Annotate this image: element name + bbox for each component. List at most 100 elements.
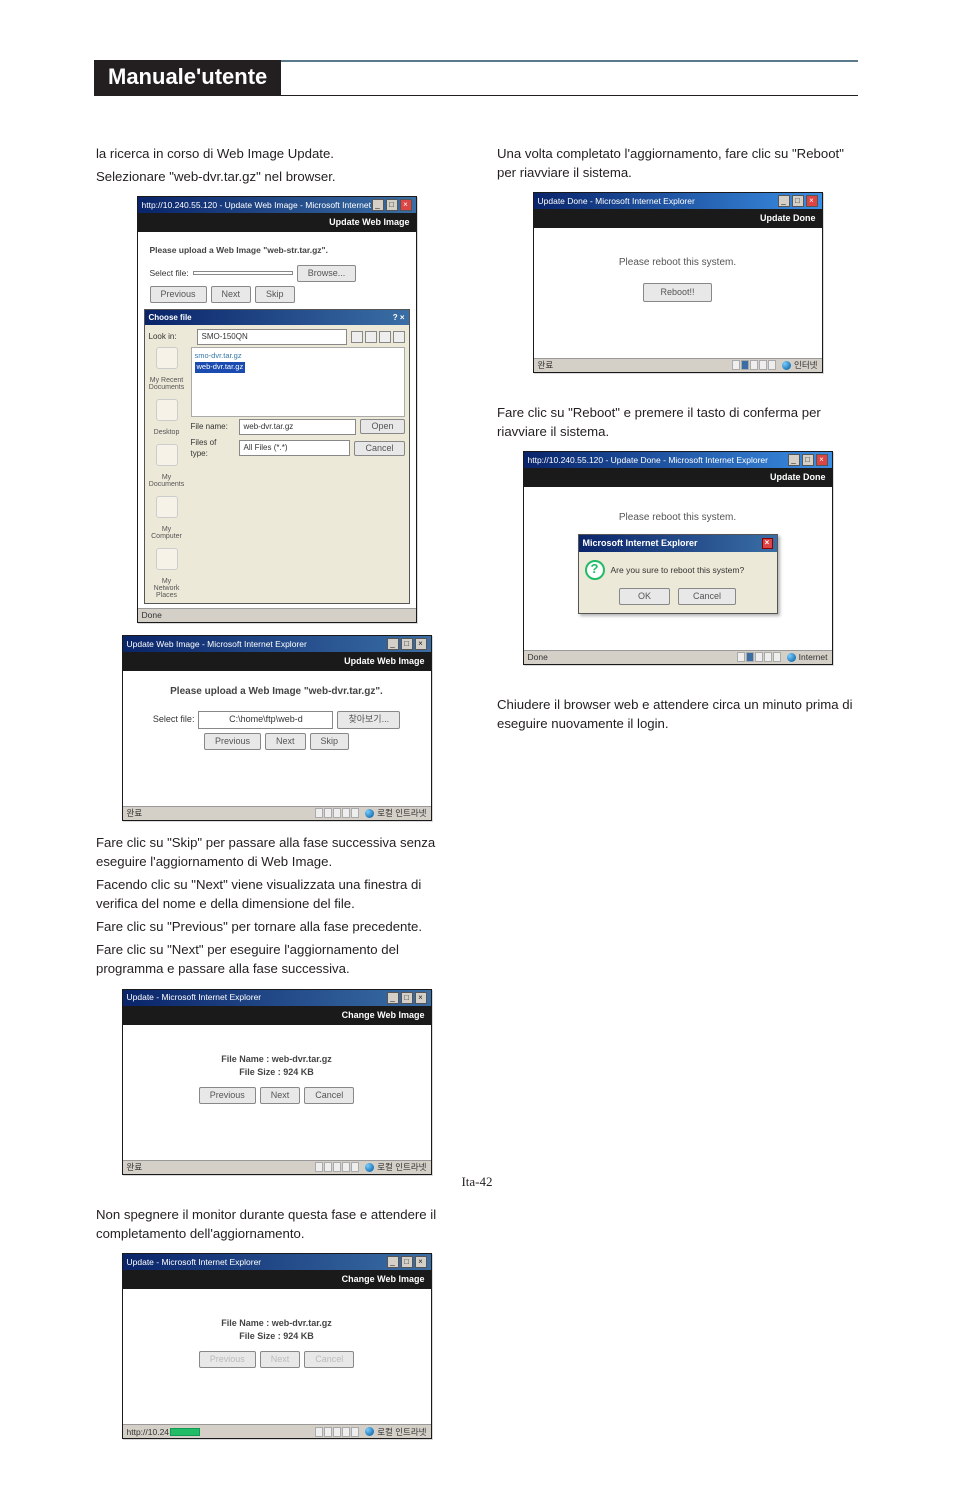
close-icon[interactable]: × xyxy=(806,195,818,207)
s1-skip-button[interactable]: Skip xyxy=(255,286,295,303)
od-filetype-select[interactable]: All Files (*.*) xyxy=(239,440,351,456)
s5-zone: 인터넷 xyxy=(794,359,817,371)
s2-msg: Please upload a Web Image "web-dvr.tar.g… xyxy=(133,685,421,700)
s6-pane: Update Done xyxy=(524,468,832,487)
minimize-icon[interactable]: _ xyxy=(372,199,384,211)
minimize-icon[interactable]: _ xyxy=(788,454,800,466)
s6-zone: Internet xyxy=(799,651,828,663)
od-filename-input[interactable]: web-dvr.tar.gz xyxy=(239,419,357,435)
s3-next-button[interactable]: Next xyxy=(260,1087,301,1104)
s5-title: Update Done - Microsoft Internet Explore… xyxy=(538,195,695,207)
minimize-icon[interactable]: _ xyxy=(387,1256,399,1268)
zone-icon xyxy=(782,361,791,370)
maximize-icon[interactable]: □ xyxy=(401,638,413,650)
right-p1: Una volta completato l'aggiornamento, fa… xyxy=(497,144,858,182)
minimize-icon[interactable]: _ xyxy=(778,195,790,207)
s1-browse-button[interactable]: Browse... xyxy=(297,265,357,282)
s3-previous-button[interactable]: Previous xyxy=(199,1087,256,1104)
s1-status: Done xyxy=(142,609,162,621)
s1-pane: Update Web Image xyxy=(138,213,416,232)
confirm-ok-button[interactable]: OK xyxy=(619,588,670,605)
left-p3: Non spegnere il monitor durante questa f… xyxy=(96,1205,457,1243)
my-computer-icon[interactable] xyxy=(156,496,178,518)
od-file-list[interactable]: smo-dvr.tar.gz web-dvr.tar.gz xyxy=(191,347,405,417)
maximize-icon[interactable]: □ xyxy=(386,199,398,211)
od-newfolder-icon[interactable] xyxy=(379,331,391,343)
s3-cancel-button[interactable]: Cancel xyxy=(304,1087,354,1104)
s1-title: http://10.240.55.120 - Update Web Image … xyxy=(142,199,372,211)
question-icon xyxy=(585,560,605,580)
recent-documents-icon[interactable] xyxy=(156,347,178,369)
s2-browse-button[interactable]: 찾아보기... xyxy=(337,711,400,728)
open-file-dialog: Choose file? × Look in: SMO-150QN My Rec… xyxy=(144,309,410,604)
s2-file-input[interactable]: C:\home\ftp\web-d xyxy=(198,711,333,728)
close-icon[interactable]: × xyxy=(415,992,427,1004)
od-file-item[interactable]: smo-dvr.tar.gz xyxy=(195,351,401,362)
maximize-icon[interactable]: □ xyxy=(401,992,413,1004)
s6-title: http://10.240.55.120 - Update Done - Mic… xyxy=(528,454,769,466)
maximize-icon[interactable]: □ xyxy=(401,1256,413,1268)
maximize-icon[interactable]: □ xyxy=(792,195,804,207)
my-documents-icon[interactable] xyxy=(156,444,178,466)
s2-skip-button[interactable]: Skip xyxy=(310,733,350,750)
zone-icon xyxy=(365,809,374,818)
s2-next-button[interactable]: Next xyxy=(265,733,306,750)
s2-pane: Update Web Image xyxy=(123,652,431,671)
confirm-close-icon[interactable]: × xyxy=(762,538,773,549)
od-lookin-select[interactable]: SMO-150QN xyxy=(197,329,347,345)
left-p2a: Fare clic su "Skip" per passare alla fas… xyxy=(96,833,457,871)
s3-title: Update - Microsoft Internet Explorer xyxy=(127,991,262,1003)
page-number: Ita-42 xyxy=(0,1174,954,1190)
left-p2c: Fare clic su "Previous" per tornare alla… xyxy=(96,917,457,936)
s4-status: http://10.24 xyxy=(127,1426,201,1438)
s1-next-button[interactable]: Next xyxy=(211,286,252,303)
s2-title: Update Web Image - Microsoft Internet Ex… xyxy=(127,638,307,650)
reboot-button[interactable]: Reboot!! xyxy=(643,283,711,302)
od-views-icon[interactable] xyxy=(393,331,405,343)
maximize-icon[interactable]: □ xyxy=(802,454,814,466)
s1-file-input[interactable] xyxy=(193,271,293,275)
s2-select-label: Select file: xyxy=(153,713,195,726)
screenshot-update-done-confirm: http://10.240.55.120 - Update Done - Mic… xyxy=(523,451,833,665)
s6-msg: Please reboot this system. xyxy=(534,511,822,526)
desktop-icon[interactable] xyxy=(156,399,178,421)
left-p2b: Facendo clic su "Next" viene visualizzat… xyxy=(96,875,457,913)
s4-pane: Change Web Image xyxy=(123,1270,431,1289)
my-network-icon[interactable] xyxy=(156,548,178,570)
od-back-icon[interactable] xyxy=(351,331,363,343)
close-icon[interactable]: × xyxy=(816,454,828,466)
od-open-button[interactable]: Open xyxy=(360,419,404,434)
right-p3: Chiudere il browser web e attendere circ… xyxy=(497,695,858,733)
close-icon[interactable]: × xyxy=(415,1256,427,1268)
zone-icon xyxy=(787,653,796,662)
od-file-item-selected[interactable]: web-dvr.tar.gz xyxy=(195,362,246,373)
s4-cancel-button: Cancel xyxy=(304,1351,354,1368)
s1-previous-button[interactable]: Previous xyxy=(150,286,207,303)
s2-previous-button[interactable]: Previous xyxy=(204,733,261,750)
screenshot-update-done: Update Done - Microsoft Internet Explore… xyxy=(533,192,823,373)
confirm-dialog: Microsoft Internet Explorer × Are you sur… xyxy=(578,534,778,614)
od-lookin-label: Look in: xyxy=(149,331,193,343)
s4-zone: 로컬 인트라넷 xyxy=(377,1426,426,1438)
confirm-cancel-button[interactable]: Cancel xyxy=(678,588,736,605)
close-icon[interactable]: × xyxy=(415,638,427,650)
confirm-title: Microsoft Internet Explorer xyxy=(583,537,698,550)
confirm-text: Are you sure to reboot this system? xyxy=(611,564,745,576)
s1-msg: Please upload a Web Image "web-str.tar.g… xyxy=(150,244,410,256)
left-p2d: Fare clic su "Next" per eseguire l'aggio… xyxy=(96,940,457,978)
minimize-icon[interactable]: _ xyxy=(387,638,399,650)
doc-title: Manuale'utente xyxy=(94,60,281,96)
minimize-icon[interactable]: _ xyxy=(387,992,399,1004)
screenshot-update-web-image: Update Web Image - Microsoft Internet Ex… xyxy=(122,635,432,821)
close-icon[interactable]: × xyxy=(400,199,412,211)
od-cancel-button[interactable]: Cancel xyxy=(354,441,404,456)
od-close-icon[interactable]: ? × xyxy=(393,312,405,324)
s2-zone: 로컬 인트라넷 xyxy=(377,807,426,819)
screenshot-change-web-image-progress: Update - Microsoft Internet Explorer _□×… xyxy=(122,1253,432,1439)
od-up-icon[interactable] xyxy=(365,331,377,343)
s6-status: Done xyxy=(528,651,548,663)
od-title: Choose file xyxy=(149,312,192,324)
s3-status: 완료 xyxy=(127,1161,143,1173)
s5-pane: Update Done xyxy=(534,209,822,228)
s4-next-button: Next xyxy=(260,1351,301,1368)
